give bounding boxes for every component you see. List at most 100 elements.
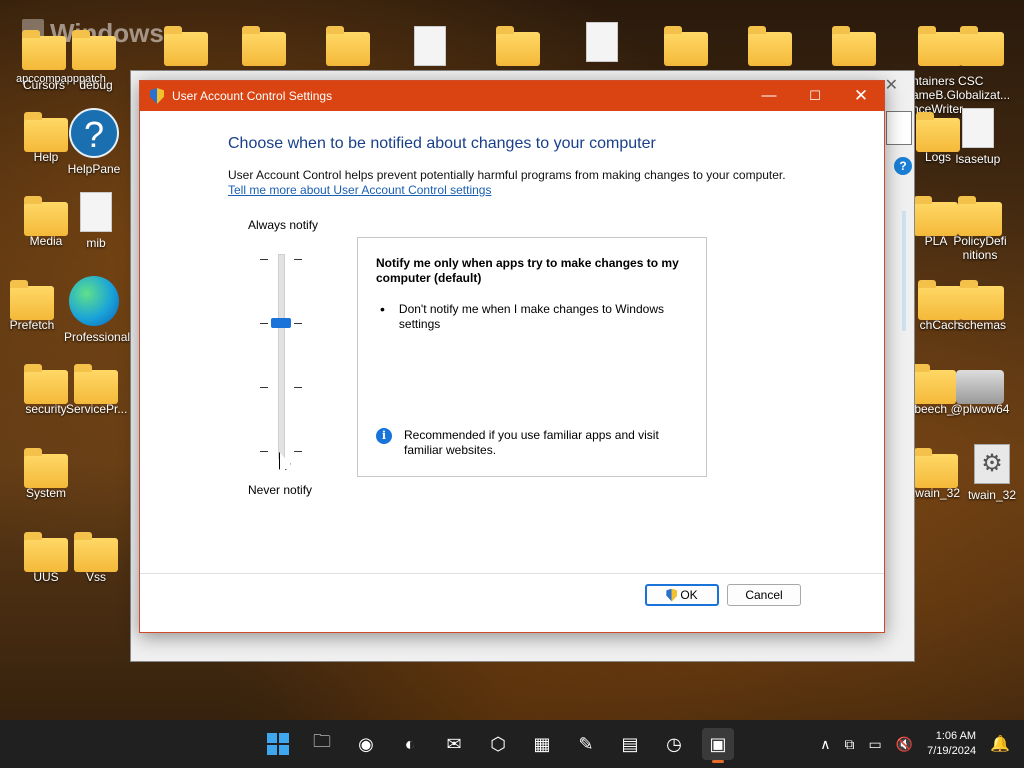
uac-settings-dialog: User Account Control Settings — ☐ ✕ Choo… <box>139 80 885 633</box>
desktop-icon-policydefinitions[interactable]: PolicyDefi nitions <box>950 196 1010 262</box>
file-icon <box>962 108 994 148</box>
chevron-up-icon[interactable]: ∧ <box>820 736 830 753</box>
minimize-button[interactable]: — <box>746 81 792 111</box>
close-button[interactable]: ✕ <box>838 81 884 111</box>
folder-icon <box>914 448 958 488</box>
taskbar-paint-icon[interactable]: ✎ <box>570 728 602 760</box>
ok-button[interactable]: OK <box>645 584 719 606</box>
folder-icon <box>10 280 54 320</box>
desktop-icon-top-9[interactable] <box>824 26 884 66</box>
desktop-icon-schemas[interactable]: schemas <box>952 280 1012 332</box>
folder-icon <box>748 26 792 66</box>
folder-icon <box>960 280 1004 320</box>
taskbar-clock-icon[interactable]: ◷ <box>658 728 690 760</box>
clock-time: 1:06 AM <box>935 730 977 742</box>
file-icon <box>586 22 618 62</box>
notification-bell-icon[interactable]: 🔔 <box>990 734 1010 754</box>
slider-thumb[interactable] <box>271 318 291 328</box>
ok-button-label: OK <box>680 588 698 602</box>
clock-date: 7/19/2024 <box>927 745 977 757</box>
taskbar-outlook-icon[interactable]: ✉ <box>438 728 470 760</box>
desktop-icon-debug[interactable]: debug <box>66 78 126 92</box>
volume-muted-icon[interactable]: 🔇 <box>896 736 913 753</box>
desktop-icon-helppane[interactable]: ? HelpPane <box>64 108 124 176</box>
level-bullet: • Don't notify me when I make changes to… <box>376 302 688 332</box>
desktop-icon-csc[interactable] <box>952 26 1012 66</box>
desktop-icon-apppatch[interactable] <box>64 30 124 70</box>
background-window-box <box>886 111 912 145</box>
taskbar-control-panel-icon[interactable]: ▣ <box>702 728 734 763</box>
folder-icon <box>958 196 1002 236</box>
desktop-icon-system[interactable]: System <box>16 448 76 500</box>
slider-tick-right <box>294 387 302 388</box>
file-icon <box>414 26 446 66</box>
gear-icon: ⚙ <box>974 444 1010 484</box>
cancel-button[interactable]: Cancel <box>727 584 801 606</box>
recommendation: i Recommended if you use familiar apps a… <box>376 428 684 458</box>
file-icon <box>80 192 112 232</box>
folder-icon <box>22 30 66 70</box>
edge-icon <box>69 276 119 326</box>
desktop-icon-mib[interactable]: mib <box>66 192 126 250</box>
desktop-icon-prefetch[interactable]: Prefetch <box>2 280 62 332</box>
folder-icon <box>24 364 68 404</box>
slider-bottom-label: Never notify <box>248 483 313 497</box>
display-icon[interactable]: ▭ <box>868 736 881 753</box>
folder-icon <box>832 26 876 66</box>
desktop-icon-vss[interactable]: Vss <box>66 532 126 584</box>
uac-shield-icon <box>150 88 164 104</box>
slider-tick-left <box>260 387 268 388</box>
taskbar-store-icon[interactable]: ▦ <box>526 728 558 760</box>
slider-tick-left <box>260 451 268 452</box>
maximize-button[interactable]: ☐ <box>792 81 838 111</box>
taskbar-file-explorer-icon[interactable]: 🗀 <box>306 728 338 760</box>
desktop-icon-top-7[interactable] <box>656 26 716 66</box>
folder-icon <box>24 112 68 152</box>
taskbar-firefox-icon[interactable]: ◉ <box>350 728 382 760</box>
background-window-help-icon[interactable]: ? <box>894 157 912 175</box>
folder-icon <box>664 26 708 66</box>
description-text: User Account Control helps prevent poten… <box>228 168 786 182</box>
desktop-icon-top-4[interactable] <box>400 26 460 70</box>
desktop-icon-professional[interactable]: Professional <box>64 276 130 344</box>
desktop-icon-twain-exe[interactable]: ⚙ twain_32 <box>962 444 1022 502</box>
slider-tick-right <box>294 323 302 324</box>
taskbar-copilot-icon[interactable]: ⬡ <box>482 728 514 760</box>
learn-more-link[interactable]: Tell me more about User Account Control … <box>228 183 491 197</box>
network-icon[interactable]: ⧉ <box>844 736 854 753</box>
desktop-icon-cursors[interactable]: Cursors <box>14 78 74 92</box>
clock[interactable]: 1:06 AM 7/19/2024 <box>927 729 976 759</box>
taskbar-edge-icon[interactable]: ◐ <box>394 728 426 760</box>
folder-icon <box>242 26 286 66</box>
desktop-icon-servicepr[interactable]: ServicePr... <box>66 364 127 416</box>
background-window-scrollbar[interactable] <box>902 211 906 331</box>
windows-logo-icon <box>267 733 289 755</box>
desktop-icon-twain-folder[interactable]: twain_32 <box>906 448 966 500</box>
taskbar-calculator-icon[interactable]: ▤ <box>614 728 646 760</box>
system-tray: ∧ ⧉ ▭ 🔇 1:06 AM 7/19/2024 🔔 <box>820 720 1010 768</box>
desktop-icon-top-5[interactable] <box>488 26 548 66</box>
desktop-icon-lsasetup[interactable]: lsasetup <box>948 108 1008 166</box>
dialog-titlebar[interactable]: User Account Control Settings — ☐ ✕ <box>140 81 884 111</box>
desktop-icon-top-6[interactable] <box>572 22 632 66</box>
notification-level-slider[interactable] <box>278 254 285 459</box>
desktop-icon-top-2[interactable] <box>234 26 294 66</box>
folder-icon <box>72 30 116 70</box>
start-button[interactable] <box>262 728 294 760</box>
folder-icon <box>326 26 370 66</box>
folder-icon <box>164 26 208 66</box>
folder-icon <box>24 196 68 236</box>
footer-divider <box>140 573 884 574</box>
desktop-icon-top-3[interactable] <box>318 26 378 66</box>
background-window-close-icon[interactable]: ✕ <box>885 75 898 95</box>
desktop-icon-top-8[interactable] <box>740 26 800 66</box>
folder-icon <box>74 364 118 404</box>
folder-icon <box>496 26 540 66</box>
bullet-icon: • <box>380 301 385 317</box>
taskbar: 🗀 ◉ ◐ ✉ ⬡ ▦ ✎ ▤ ◷ ▣ ∧ ⧉ ▭ 🔇 1:06 AM 7/19/2024 🔔 <box>0 720 1024 768</box>
taskbar-apps: 🗀 ◉ ◐ ✉ ⬡ ▦ ✎ ▤ ◷ ▣ <box>262 728 734 763</box>
slider-top-label: Always notify <box>248 218 319 232</box>
page-heading: Choose when to be notified about changes… <box>228 135 656 152</box>
desktop-icon-top-1[interactable] <box>156 26 216 66</box>
desktop-icon-plwow64[interactable]: @plwow64 <box>950 364 1010 416</box>
